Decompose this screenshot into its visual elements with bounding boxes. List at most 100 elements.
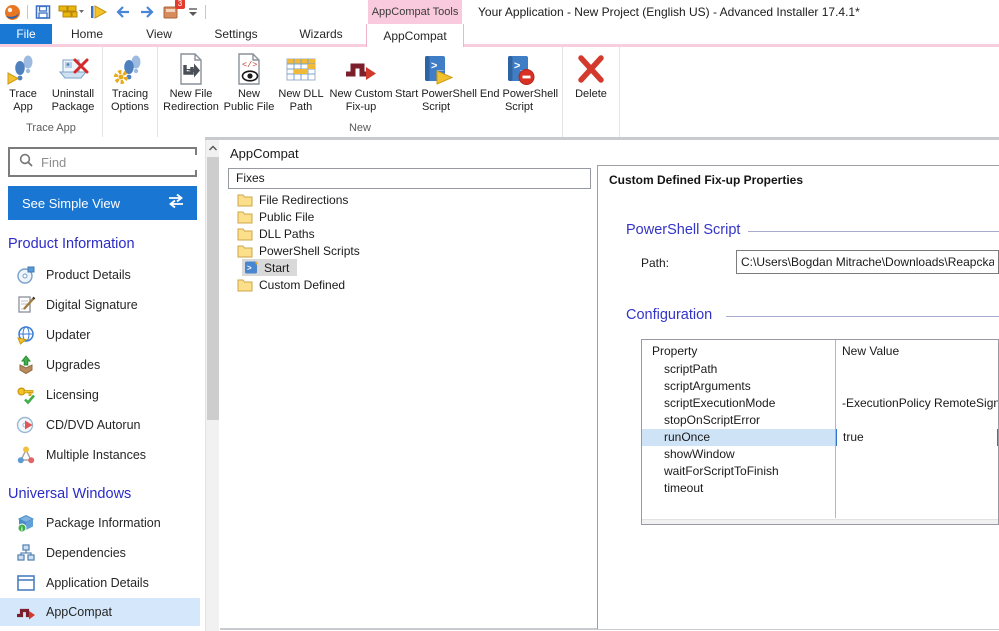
qat-separator — [205, 5, 206, 19]
sidebar: See Simple View Product Information Prod… — [0, 140, 217, 631]
sidebar-item-package-information[interactable]: i Package Information — [0, 508, 200, 538]
multiple-instances-icon — [16, 445, 36, 465]
digital-signature-icon — [16, 295, 36, 315]
table-row-runonce[interactable]: runOnce true — [642, 429, 998, 446]
sidebar-scrollbar[interactable] — [205, 140, 219, 631]
see-simple-view-button[interactable]: See Simple View — [8, 186, 197, 220]
sidebar-item-cd-dvd-autorun[interactable]: CD/DVD Autorun — [0, 410, 200, 440]
end-powershell-script-button[interactable]: >_ End PowerShell Script — [477, 49, 561, 121]
tracing-options-button[interactable]: Tracing Options — [104, 49, 156, 121]
save-icon[interactable] — [34, 3, 52, 21]
tab-home[interactable]: Home — [52, 24, 122, 44]
forward-icon[interactable] — [138, 3, 156, 21]
trace-app-button[interactable]: Trace App — [1, 49, 45, 121]
product-details-icon — [16, 265, 36, 285]
sidebar-item-updater[interactable]: Updater — [0, 320, 200, 350]
tab-file[interactable]: File — [0, 24, 52, 44]
folder-icon — [237, 244, 253, 258]
table-row-scriptexecutionmode[interactable]: scriptExecutionMode -ExecutionPolicy Rem… — [642, 395, 998, 412]
trace-app-label: Trace App — [9, 88, 37, 113]
folder-icon — [237, 193, 253, 207]
table-row-scriptarguments[interactable]: scriptArguments — [642, 378, 998, 395]
start-powershell-script-button[interactable]: >_ Start PowerShell Script — [395, 49, 477, 121]
new-public-file-button[interactable]: </> New Public File — [223, 49, 275, 121]
tree-item-public-file[interactable]: Public File — [228, 208, 591, 225]
qat-dropdown-icon[interactable] — [187, 5, 199, 19]
find-input[interactable] — [41, 154, 217, 170]
new-dll-path-button[interactable]: New DLL Path — [275, 49, 327, 121]
start-powershell-script-icon: >_ — [419, 52, 454, 86]
tree-item-custom-defined[interactable]: Custom Defined — [228, 276, 591, 293]
ribbon-group-label: Trace App — [26, 122, 76, 134]
table-row-showwindow[interactable]: showWindow — [642, 446, 998, 463]
column-header-property[interactable]: Property — [642, 344, 835, 358]
svg-text:</>: </> — [242, 60, 257, 70]
tab-wizards[interactable]: Wizards — [276, 24, 366, 44]
path-input[interactable] — [736, 250, 999, 274]
tab-view[interactable]: View — [122, 24, 196, 44]
section-rule — [740, 231, 999, 232]
notifications-icon[interactable]: 3 — [162, 0, 185, 21]
tracing-options-label: Tracing Options — [111, 88, 149, 113]
fixes-column-header[interactable]: Fixes — [228, 168, 591, 189]
sidebar-item-upgrades[interactable]: Upgrades — [0, 350, 200, 380]
new-custom-fixup-button[interactable]: New Custom Fix-up — [327, 49, 395, 121]
new-file-redirection-button[interactable]: New File Redirection — [159, 49, 223, 121]
column-header-new-value[interactable]: New Value — [835, 344, 998, 358]
sidebar-item-appcompat[interactable]: AppCompat — [0, 598, 200, 626]
table-row-timeout[interactable]: timeout — [642, 480, 998, 497]
appcompat-panel: AppCompat Fixes File Redirections Public… — [222, 140, 595, 628]
application-details-icon — [16, 573, 36, 593]
tree-item-start[interactable]: > Start — [228, 259, 591, 276]
ribbon-tabs: File Home View Settings Wizards AppCompa… — [0, 24, 999, 47]
back-icon[interactable] — [114, 3, 132, 21]
panel-title: AppCompat — [230, 146, 299, 161]
new-dll-path-label: New DLL Path — [278, 88, 324, 113]
tab-settings[interactable]: Settings — [196, 24, 276, 44]
sidebar-item-multiple-instances[interactable]: Multiple Instances — [0, 440, 200, 470]
properties-pane: Custom Defined Fix-up Properties PowerSh… — [597, 165, 999, 629]
new-custom-fixup-label: New Custom Fix-up — [329, 88, 393, 113]
scrollbar-thumb[interactable] — [207, 157, 219, 420]
run-project-icon[interactable] — [90, 3, 108, 21]
advanced-installer-window: 3 AppCompat Tools Your Application - New… — [0, 0, 999, 631]
svg-text:>: > — [247, 264, 252, 273]
upgrades-icon — [16, 355, 36, 375]
new-public-file-icon: </> — [232, 52, 266, 86]
section-rule — [726, 316, 999, 317]
table-row-stoponscripterror[interactable]: stopOnScriptError — [642, 412, 998, 429]
delete-button[interactable]: Delete — [564, 49, 618, 121]
sidebar-item-dependencies[interactable]: Dependencies — [0, 538, 200, 568]
uninstall-package-label: Uninstall Package — [51, 88, 95, 113]
configuration-section-title: Configuration — [626, 307, 721, 323]
table-horizontal-scrollbar[interactable] — [642, 519, 998, 524]
uninstall-package-icon — [56, 52, 90, 86]
end-powershell-script-label: End PowerShell Script — [479, 88, 559, 113]
app-logo-icon[interactable] — [4, 4, 21, 21]
start-powershell-script-label: Start PowerShell Script — [395, 88, 477, 113]
tree-item-file-redirections[interactable]: File Redirections — [228, 191, 591, 208]
contextual-tab-group[interactable]: AppCompat Tools — [368, 0, 462, 24]
build-icon[interactable] — [58, 3, 84, 21]
runonce-value-editor[interactable]: true — [836, 429, 998, 446]
tab-appcompat[interactable]: AppCompat — [366, 24, 464, 47]
tree-item-dll-paths[interactable]: DLL Paths — [228, 225, 591, 242]
sidebar-item-digital-signature[interactable]: Digital Signature — [0, 290, 200, 320]
notification-badge: 3 — [175, 0, 185, 9]
sidebar-item-product-details[interactable]: Product Details — [0, 260, 200, 290]
sidebar-item-licensing[interactable]: Licensing — [0, 380, 200, 410]
table-row-scriptpath[interactable]: scriptPath — [642, 361, 998, 378]
table-header-row: Property New Value — [642, 340, 998, 361]
tree-item-powershell-scripts[interactable]: PowerShell Scripts — [228, 242, 591, 259]
sidebar-item-application-details[interactable]: Application Details — [0, 568, 200, 598]
scroll-up-icon[interactable] — [206, 140, 220, 156]
configuration-table: Property New Value scriptPath scriptArgu… — [641, 339, 999, 525]
table-row-waitforscripttofinish[interactable]: waitForScriptToFinish — [642, 463, 998, 480]
quick-access-toolbar: 3 — [4, 0, 206, 22]
dependencies-icon — [16, 543, 36, 563]
properties-header: Custom Defined Fix-up Properties — [609, 173, 804, 187]
see-simple-view-label: See Simple View — [22, 195, 121, 211]
end-powershell-script-icon: >_ — [502, 52, 536, 86]
uninstall-package-button[interactable]: Uninstall Package — [45, 49, 101, 121]
window-title: Your Application - New Project (English … — [478, 5, 860, 19]
